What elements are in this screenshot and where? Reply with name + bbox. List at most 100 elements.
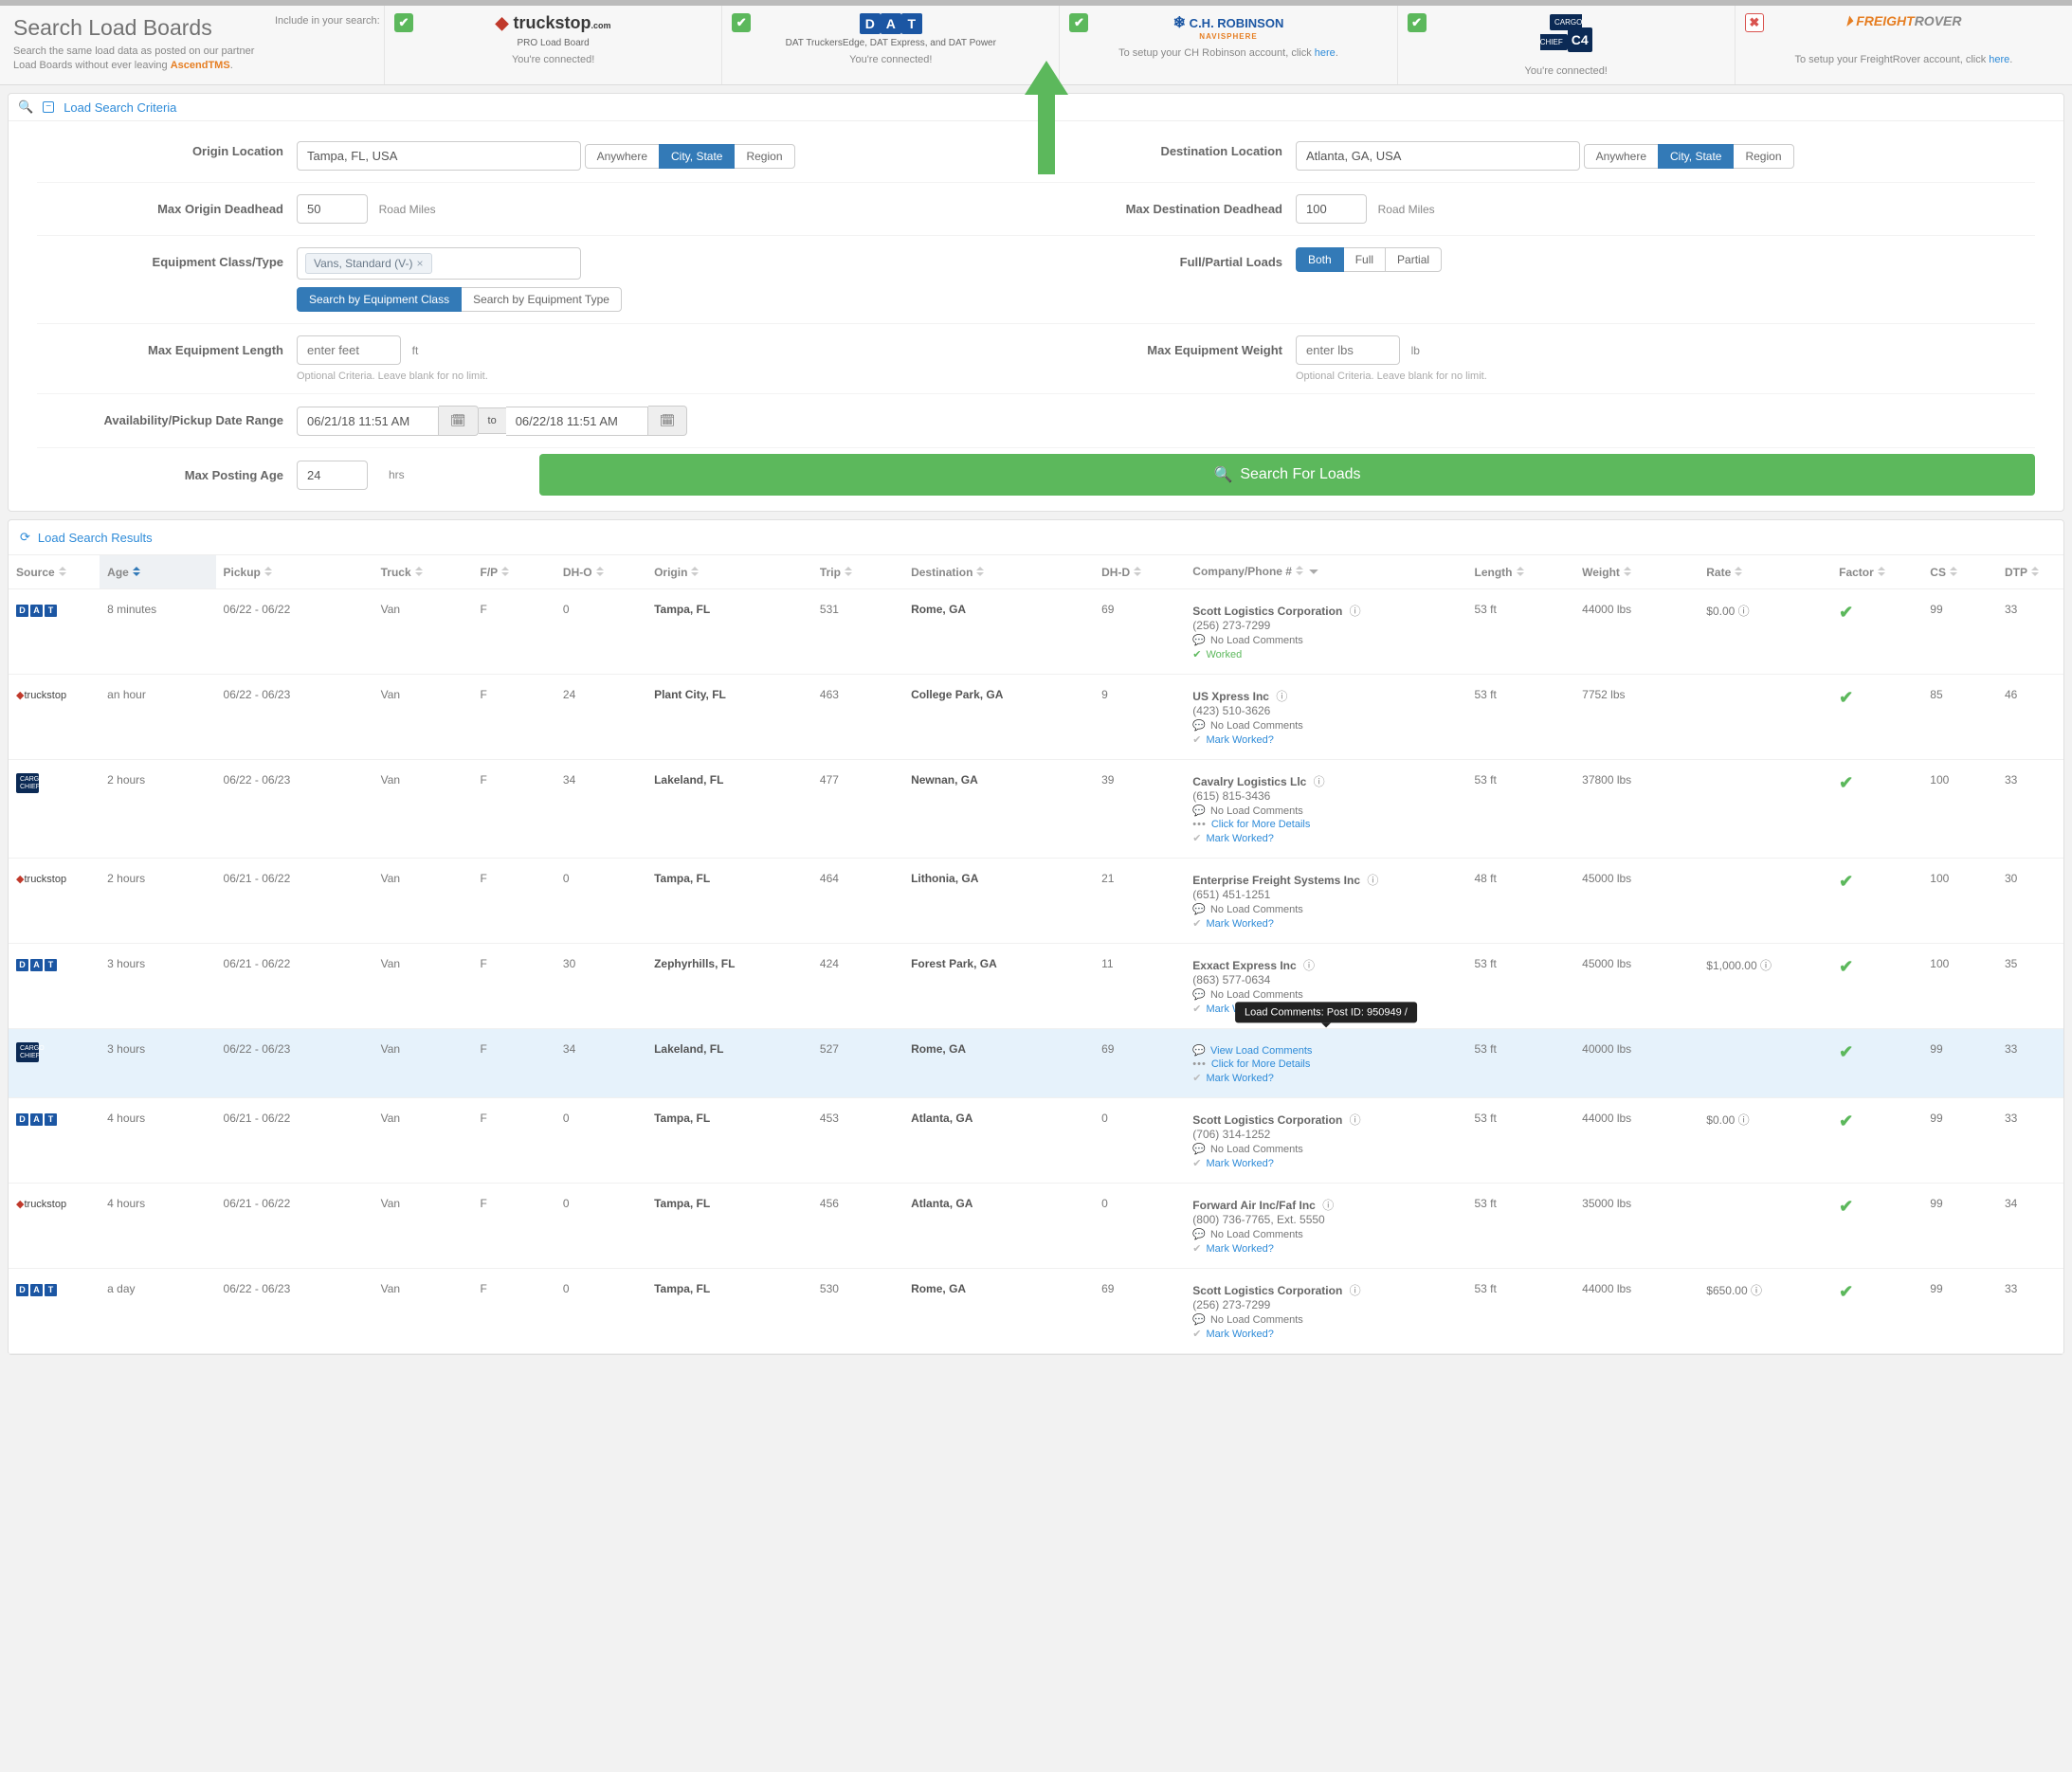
col-trip[interactable]: Trip xyxy=(812,555,903,589)
table-row[interactable]: ◆truckstopan hour06/22 - 06/23VanF24Plan… xyxy=(9,675,2063,760)
info-icon[interactable]: ⓘ xyxy=(1738,605,1750,618)
cell-rate: $1,000.00 ⓘ xyxy=(1699,944,1831,1029)
search-for-loads-button[interactable]: 🔍 Search For Loads xyxy=(539,454,2035,496)
info-icon[interactable]: ⓘ xyxy=(1350,1284,1361,1297)
fp-full[interactable]: Full xyxy=(1343,247,1386,272)
fp-partial[interactable]: Partial xyxy=(1385,247,1442,272)
col-factor[interactable]: Factor xyxy=(1831,555,1922,589)
col-fp[interactable]: F/P xyxy=(473,555,555,589)
info-icon[interactable]: ⓘ xyxy=(1314,775,1325,788)
remove-tag-icon[interactable]: × xyxy=(417,257,424,270)
dest-scope-region[interactable]: Region xyxy=(1733,144,1793,169)
search-by-type-btn[interactable]: Search by Equipment Type xyxy=(461,287,622,312)
mark-worked-link[interactable]: Mark Worked? xyxy=(1207,734,1274,746)
info-icon[interactable]: ⓘ xyxy=(1350,1113,1361,1127)
origin-scope-citystate[interactable]: City, State xyxy=(659,144,735,169)
dest-scope-citystate[interactable]: City, State xyxy=(1658,144,1734,169)
date-from-input[interactable] xyxy=(297,407,439,436)
table-row[interactable]: CARGOCHIEF3 hours06/22 - 06/23VanF34Lake… xyxy=(9,1029,2063,1098)
max-len-input[interactable] xyxy=(297,335,401,365)
col-dhd[interactable]: DH-D xyxy=(1094,555,1185,589)
origin-scope-region[interactable]: Region xyxy=(734,144,794,169)
check-icon: ✔ xyxy=(1839,688,1853,707)
info-icon[interactable]: ⓘ xyxy=(1322,1199,1334,1212)
col-age[interactable]: Age xyxy=(100,555,215,589)
max-wt-input[interactable] xyxy=(1296,335,1400,365)
col-weight[interactable]: Weight xyxy=(1574,555,1699,589)
info-icon[interactable]: ⓘ xyxy=(1760,959,1772,972)
mark-worked-link[interactable]: Mark Worked? xyxy=(1207,1329,1274,1340)
col-company[interactable]: Company/Phone # ⏷ xyxy=(1185,555,1466,589)
col-destination[interactable]: Destination xyxy=(903,555,1094,589)
origin-input[interactable] xyxy=(297,141,581,171)
chr-setup-link[interactable]: here xyxy=(1315,47,1336,59)
mark-worked-link[interactable]: Mark Worked? xyxy=(1207,1073,1274,1084)
info-icon[interactable]: ⓘ xyxy=(1751,1284,1762,1297)
max-dest-dh-input[interactable] xyxy=(1296,194,1367,224)
col-length[interactable]: Length xyxy=(1467,555,1575,589)
col-truck[interactable]: Truck xyxy=(373,555,473,589)
dest-input[interactable] xyxy=(1296,141,1580,171)
criteria-title[interactable]: Load Search Criteria xyxy=(64,100,176,115)
table-row[interactable]: DAT8 minutes06/22 - 06/22VanF0Tampa, FL5… xyxy=(9,589,2063,675)
col-cs[interactable]: CS xyxy=(1922,555,1997,589)
cargo-status: You're connected! xyxy=(1406,65,1727,77)
col-dho[interactable]: DH-O xyxy=(555,555,646,589)
cell-trip: 453 xyxy=(812,1098,903,1184)
mark-worked-link[interactable]: Mark Worked? xyxy=(1207,1243,1274,1255)
check-icon: ✔ xyxy=(1192,1003,1201,1015)
results-title[interactable]: Load Search Results xyxy=(38,531,153,545)
check-icon: ✔ xyxy=(1192,1242,1201,1255)
col-pickup[interactable]: Pickup xyxy=(216,555,373,589)
mark-worked-link[interactable]: Mark Worked? xyxy=(1207,918,1274,930)
info-icon[interactable]: ⓘ xyxy=(1303,959,1315,972)
table-row[interactable]: CARGOCHIEF2 hours06/22 - 06/23VanF34Lake… xyxy=(9,760,2063,859)
info-icon[interactable]: ⓘ xyxy=(1350,605,1361,618)
cell-dest: Lithonia, GA xyxy=(903,859,1094,944)
table-row[interactable]: DAT3 hours06/21 - 06/22VanF30Zephyrhills… xyxy=(9,944,2063,1029)
provider-dat-checkbox[interactable]: ✔ xyxy=(732,13,751,32)
refresh-icon[interactable]: ⟳ xyxy=(20,530,30,545)
search-by-class-btn[interactable]: Search by Equipment Class xyxy=(297,287,462,312)
provider-truckstop: ✔ ◆ truckstop.com PRO Load Board You're … xyxy=(384,6,721,84)
view-comments-link[interactable]: View Load Comments xyxy=(1210,1045,1312,1057)
provider-chr-checkbox[interactable]: ✔ xyxy=(1069,13,1088,32)
info-icon[interactable]: ⓘ xyxy=(1738,1113,1750,1127)
mark-worked-link[interactable]: Mark Worked? xyxy=(1207,833,1274,844)
col-source[interactable]: Source xyxy=(9,555,100,589)
fp-both[interactable]: Both xyxy=(1296,247,1344,272)
date-to-input[interactable] xyxy=(506,407,648,436)
max-age-input[interactable] xyxy=(297,461,368,490)
table-row[interactable]: ◆truckstop4 hours06/21 - 06/22VanF0Tampa… xyxy=(9,1184,2063,1269)
col-rate[interactable]: Rate xyxy=(1699,555,1831,589)
cell-dho: 0 xyxy=(555,859,646,944)
dest-scope-anywhere[interactable]: Anywhere xyxy=(1584,144,1659,169)
origin-scope-anywhere[interactable]: Anywhere xyxy=(585,144,660,169)
comment-icon: 💬 xyxy=(1192,805,1206,817)
table-row[interactable]: DATa day06/22 - 06/23VanF0Tampa, FL530Ro… xyxy=(9,1269,2063,1354)
table-row[interactable]: ◆truckstop2 hours06/21 - 06/22VanF0Tampa… xyxy=(9,859,2063,944)
col-dtp[interactable]: DTP xyxy=(1997,555,2063,589)
info-icon[interactable]: ⓘ xyxy=(1367,874,1378,887)
provider-cargo-checkbox[interactable]: ✔ xyxy=(1408,13,1427,32)
cell-origin: Tampa, FL xyxy=(646,1269,812,1354)
collapse-icon[interactable]: − xyxy=(43,101,54,113)
calendar-icon[interactable]: 🗓 xyxy=(648,406,688,436)
ellipsis-icon: ••• xyxy=(1192,819,1207,830)
cell-origin: Lakeland, FL xyxy=(646,1029,812,1098)
max-origin-dh-input[interactable] xyxy=(297,194,368,224)
funnel-icon[interactable]: ⏷ xyxy=(1306,565,1318,578)
more-details-link[interactable]: Click for More Details xyxy=(1211,819,1311,830)
table-row[interactable]: DAT4 hours06/21 - 06/22VanF0Tampa, FL453… xyxy=(9,1098,2063,1184)
fr-setup-link[interactable]: here xyxy=(1989,54,2009,65)
provider-truckstop-checkbox[interactable]: ✔ xyxy=(394,13,413,32)
more-details-link[interactable]: Click for More Details xyxy=(1211,1058,1311,1070)
mark-worked-link[interactable]: Mark Worked? xyxy=(1207,1158,1274,1169)
provider-fr-checkbox[interactable]: ✖ xyxy=(1745,13,1764,32)
col-origin[interactable]: Origin xyxy=(646,555,812,589)
cell-factor: ✔ xyxy=(1831,1269,1922,1354)
cell-trip: 456 xyxy=(812,1184,903,1269)
info-icon[interactable]: ⓘ xyxy=(1276,690,1287,703)
calendar-icon[interactable]: 🗓 xyxy=(439,406,479,436)
equip-tag[interactable]: Vans, Standard (V-)× xyxy=(305,253,432,274)
